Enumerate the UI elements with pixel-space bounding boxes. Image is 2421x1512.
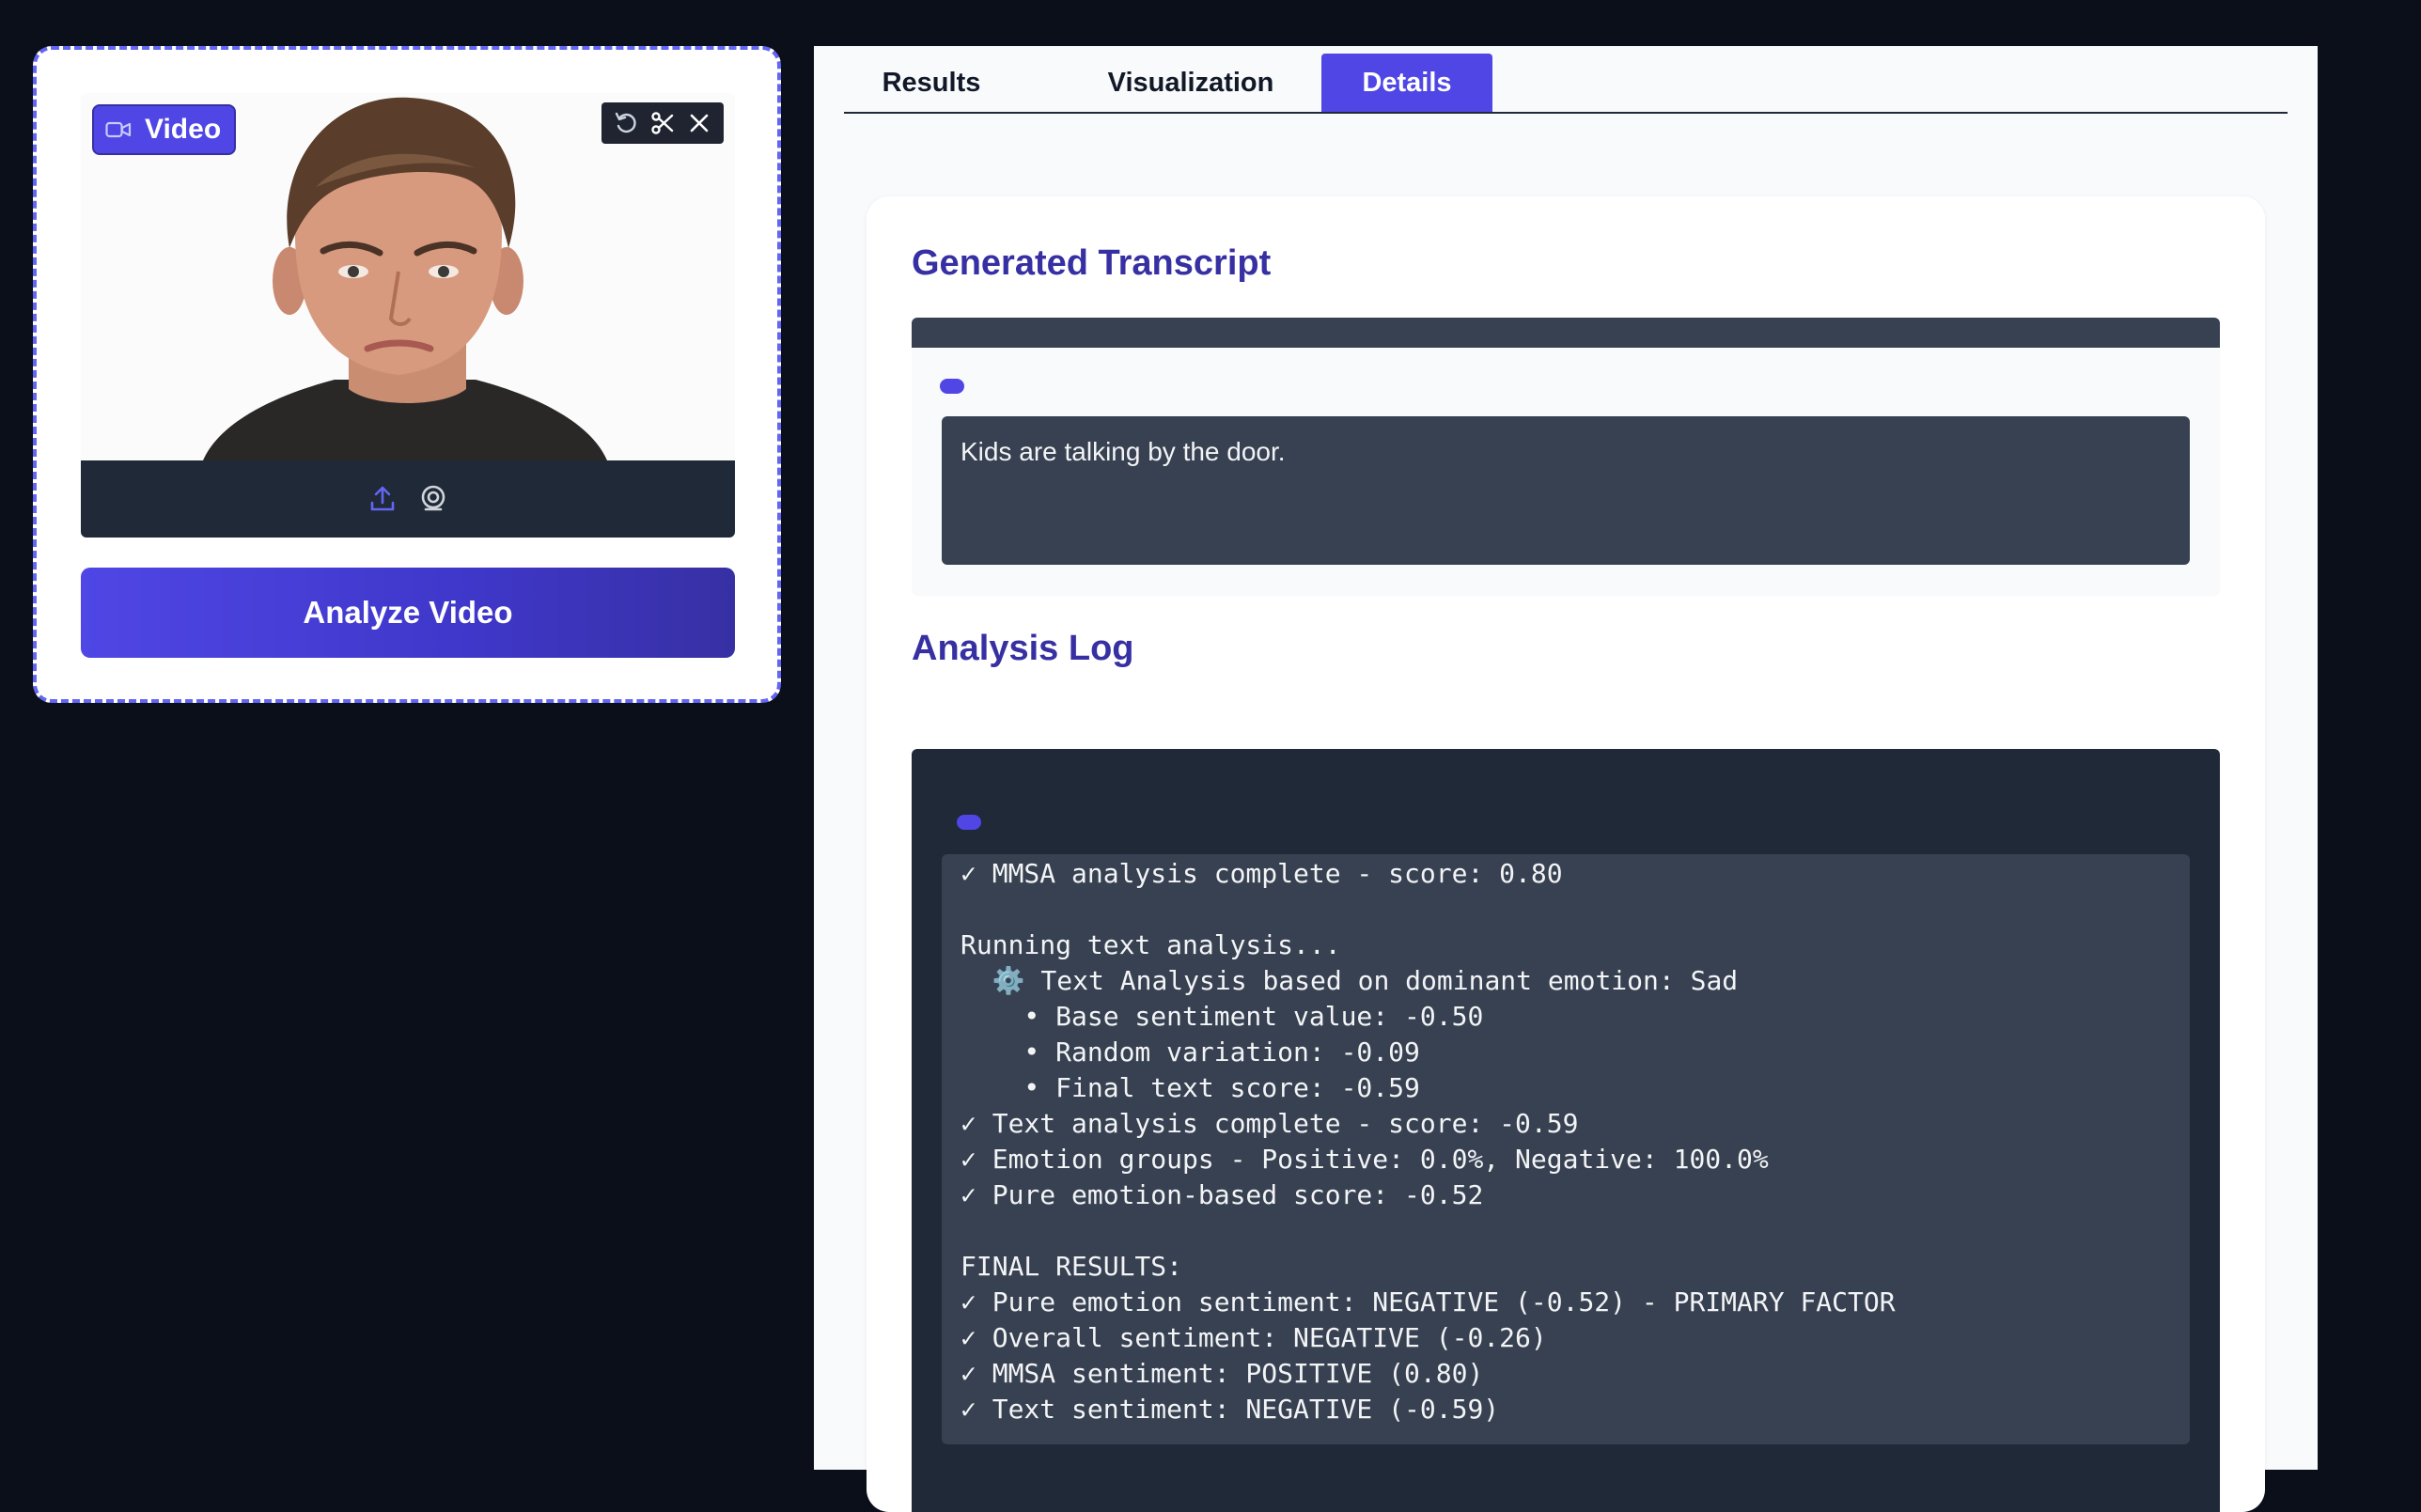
tab-visualization[interactable]: Visualization [1073, 54, 1308, 112]
webcam-icon[interactable] [418, 484, 448, 514]
tab-bar: Results Visualization Details [844, 46, 2288, 114]
log-line: Running text analysis... [961, 929, 1341, 960]
details-panel: Results Visualization Details Generated … [814, 46, 2318, 1512]
log-line: ✓ Pure emotion sentiment: NEGATIVE (-0.5… [961, 1286, 1896, 1317]
video-player[interactable]: Video [81, 93, 735, 538]
close-icon[interactable] [683, 107, 715, 139]
analysis-log-box: ✓ MMSA analysis complete - score: 0.80 R… [912, 749, 2220, 1512]
log-line: FINAL RESULTS: [961, 1251, 1183, 1282]
video-controls [601, 102, 724, 144]
analysis-log-title: Analysis Log [912, 629, 1134, 668]
log-line: • Random variation: -0.09 [961, 1037, 1420, 1068]
log-line: ✓ Text analysis complete - score: -0.59 [961, 1108, 1579, 1139]
transcript-textarea[interactable]: Kids are talking by the door. [942, 416, 2190, 565]
transcript-title: Generated Transcript [912, 243, 1272, 283]
upload-icon[interactable] [367, 484, 398, 514]
log-line: ✓ Text sentiment: NEGATIVE (-0.59) [961, 1394, 1500, 1425]
transcript-label-pill [940, 379, 964, 394]
log-line: ⚙️ Text Analysis based on dominant emoti… [961, 965, 1739, 996]
details-card: Generated Transcript Kids are talking by… [867, 196, 2265, 1512]
video-label-badge: Video [92, 104, 237, 155]
transcript-header-bar [912, 318, 2220, 348]
log-label-pill [957, 815, 981, 830]
log-line: • Final text score: -0.59 [961, 1072, 1420, 1103]
video-label-text: Video [145, 114, 222, 145]
undo-icon[interactable] [610, 107, 642, 139]
log-line: • Base sentiment value: -0.50 [961, 1001, 1484, 1032]
video-source-bar [81, 460, 735, 538]
transcript-box: Kids are talking by the door. [912, 318, 2220, 596]
log-line: ✓ Pure emotion-based score: -0.52 [961, 1179, 1484, 1210]
tab-results[interactable]: Results [844, 54, 1019, 112]
log-line: ✓ MMSA analysis complete - score: 0.80 [961, 858, 1563, 889]
log-line: ✓ Overall sentiment: NEGATIVE (-0.26) [961, 1322, 1547, 1353]
video-camera-icon [105, 121, 132, 138]
analyze-video-button[interactable]: Analyze Video [81, 568, 735, 658]
tab-details[interactable]: Details [1321, 54, 1492, 112]
analysis-log-textarea[interactable]: ✓ MMSA analysis complete - score: 0.80 R… [942, 854, 2190, 1444]
log-line: ✓ Emotion groups - Positive: 0.0%, Negat… [961, 1144, 1769, 1175]
log-line: ✓ MMSA sentiment: POSITIVE (0.80) [961, 1358, 1484, 1389]
scissors-icon[interactable] [647, 107, 679, 139]
